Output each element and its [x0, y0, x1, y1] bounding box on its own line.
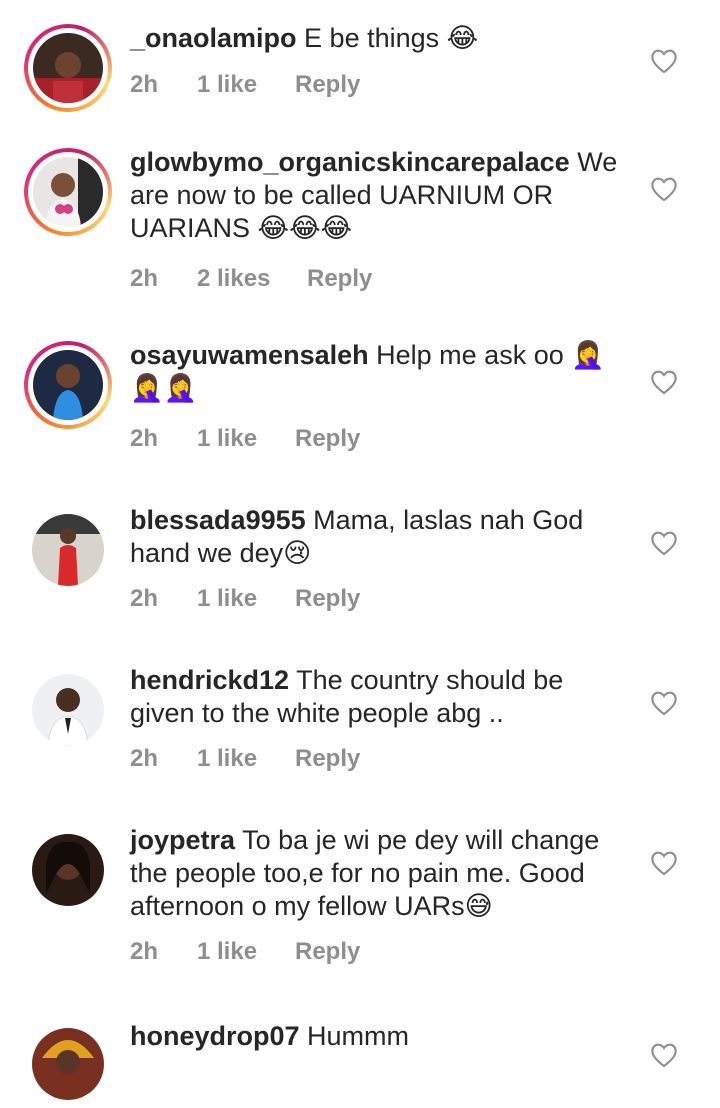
- avatar[interactable]: [24, 148, 112, 236]
- reply-button[interactable]: Reply: [295, 71, 360, 99]
- comment-time: 2h: [130, 745, 159, 772]
- comment-username[interactable]: joypetra: [130, 825, 235, 855]
- avatar-image: [33, 33, 103, 103]
- comment-time: 2h: [130, 938, 159, 965]
- comment-time: 2h: [130, 585, 159, 612]
- heart-icon[interactable]: [650, 690, 678, 716]
- avatar-image: [32, 674, 104, 746]
- comment-likes[interactable]: 1 like: [197, 71, 295, 99]
- reply-button[interactable]: Reply: [295, 425, 360, 453]
- avatar-image: [32, 1028, 104, 1100]
- comment-likes[interactable]: 1 like: [197, 425, 295, 453]
- comment-username[interactable]: osayuwamensaleh: [130, 340, 369, 370]
- avatar[interactable]: [24, 1020, 112, 1108]
- heart-icon[interactable]: [650, 530, 678, 556]
- comment-text: E be things 😂: [304, 23, 479, 53]
- avatar[interactable]: [24, 24, 112, 112]
- comment-time: 2h: [130, 71, 159, 98]
- comment-time: 2h: [130, 265, 159, 292]
- avatar[interactable]: [24, 341, 112, 429]
- comment-username[interactable]: glowbymo_organicskincarepalace: [130, 147, 570, 177]
- avatar-image: [32, 514, 104, 586]
- avatar-image: [33, 157, 103, 227]
- comment-username[interactable]: honeydrop07: [130, 1021, 300, 1051]
- reply-button[interactable]: Reply: [295, 745, 360, 773]
- comment-likes[interactable]: 1 like: [197, 585, 295, 613]
- comment-username[interactable]: blessada9955: [130, 505, 306, 535]
- reply-button[interactable]: Reply: [295, 938, 360, 966]
- avatar[interactable]: [24, 506, 112, 594]
- avatar[interactable]: [24, 666, 112, 754]
- heart-icon[interactable]: [650, 1042, 678, 1068]
- comment-likes[interactable]: 1 like: [197, 938, 295, 966]
- avatar-image: [32, 834, 104, 906]
- comment-likes[interactable]: 2 likes: [197, 265, 307, 293]
- heart-icon[interactable]: [650, 176, 678, 202]
- heart-icon[interactable]: [650, 369, 678, 395]
- comment-text: Hummm: [307, 1021, 410, 1051]
- comment-username[interactable]: _onaolamipo: [130, 23, 297, 53]
- comment-likes[interactable]: 1 like: [197, 745, 295, 773]
- avatar-image: [33, 350, 103, 420]
- comment-time: 2h: [130, 425, 159, 452]
- reply-button[interactable]: Reply: [295, 585, 360, 613]
- reply-button[interactable]: Reply: [307, 265, 372, 293]
- heart-icon[interactable]: [650, 850, 678, 876]
- heart-icon[interactable]: [650, 48, 678, 74]
- avatar[interactable]: [24, 826, 112, 914]
- comment-username[interactable]: hendrickd12: [130, 665, 289, 695]
